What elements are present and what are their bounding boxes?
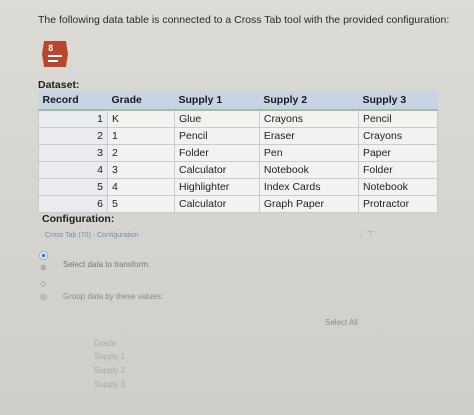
field-option-supply-2[interactable]: Supply 2 xyxy=(94,366,125,375)
table-cell: Pen xyxy=(258,144,359,162)
table-cell: Index Cards xyxy=(258,178,359,196)
table-cell: Pencil xyxy=(357,109,439,128)
table-cell: Protractor xyxy=(357,195,439,213)
table-cell: Eraser xyxy=(258,127,359,145)
table-cell: Folder xyxy=(357,161,439,179)
screenshot-page: The following data table is connected to… xyxy=(0,0,474,415)
table-cell: 1 xyxy=(107,127,175,145)
table-cell: Highlighter xyxy=(174,178,260,196)
field-option-supply-1[interactable]: Supply 1 xyxy=(94,352,125,361)
table-cell: 3 xyxy=(107,161,175,179)
table-cell: 5 xyxy=(107,195,175,213)
table-cell: 4 xyxy=(38,161,108,179)
pin-icon[interactable]: ⋮ ⊤ xyxy=(357,230,374,239)
gear-icon[interactable]: ⊗ xyxy=(40,263,47,272)
table-cell: Pencil xyxy=(174,127,260,145)
table-cell: Crayons xyxy=(258,109,359,128)
table-cell: Notebook xyxy=(258,161,359,179)
table-cell: 2 xyxy=(38,127,108,145)
table-row: 4 3 Calculator Notebook Folder xyxy=(38,161,439,179)
table-cell: Notebook xyxy=(357,178,439,196)
column-header: Supply 1 xyxy=(174,91,260,111)
table-cell: 4 xyxy=(107,178,175,196)
table-row: 5 4 Highlighter Index Cards Notebook xyxy=(38,178,439,196)
table-row: 6 5 Calculator Graph Paper Protractor xyxy=(38,195,439,213)
select-all-link[interactable]: Select All xyxy=(325,318,358,327)
field-option-supply-3[interactable]: Supply 3 xyxy=(94,380,125,389)
field-option-grade[interactable]: Grade xyxy=(94,339,116,348)
table-cell: Glue xyxy=(174,109,260,128)
step-select-data: Select data to transform. xyxy=(63,260,151,269)
column-header: Supply 3 xyxy=(358,91,438,111)
data-table: Record Grade Supply 1 Supply 2 Supply 3 … xyxy=(38,91,439,213)
tag-icon[interactable]: ◇ xyxy=(40,279,46,288)
table-cell: Graph Paper xyxy=(258,195,359,213)
dataset-label: Dataset: xyxy=(38,79,80,91)
table-row: 1 K Glue Crayons Pencil xyxy=(38,109,439,128)
table-row: 2 1 Pencil Eraser Crayons xyxy=(38,127,439,145)
table-header-row: Record Grade Supply 1 Supply 2 Supply 3 xyxy=(38,91,438,111)
table-cell: 2 xyxy=(107,144,175,162)
question-icon[interactable]: ◎ xyxy=(40,292,47,301)
question-text: The following data table is connected to… xyxy=(38,14,450,26)
radio-selected-icon[interactable] xyxy=(39,251,48,260)
cross-tab-icon: 8 xyxy=(42,41,68,67)
configuration-label: Configuration: xyxy=(42,213,115,225)
table-row: 3 2 Folder Pen Paper xyxy=(38,144,439,162)
config-panel-title: Cross Tab (70) - Configuration xyxy=(45,232,139,239)
table-cell: K xyxy=(107,109,175,128)
table-cell: 1 xyxy=(38,109,108,128)
table-cell: 3 xyxy=(38,144,108,162)
table-cell: Folder xyxy=(174,144,260,162)
table-cell: Paper xyxy=(357,144,439,162)
column-header: Grade xyxy=(107,91,175,111)
table-cell: Crayons xyxy=(357,127,439,145)
table-cell: Calculator xyxy=(174,161,260,179)
table-cell: 5 xyxy=(38,178,108,196)
table-cell: 6 xyxy=(38,195,108,213)
column-header: Record xyxy=(38,91,108,111)
column-header: Supply 2 xyxy=(259,91,359,111)
step-group-data: Group data by these values: xyxy=(63,292,164,301)
table-cell: Calculator xyxy=(174,195,260,213)
